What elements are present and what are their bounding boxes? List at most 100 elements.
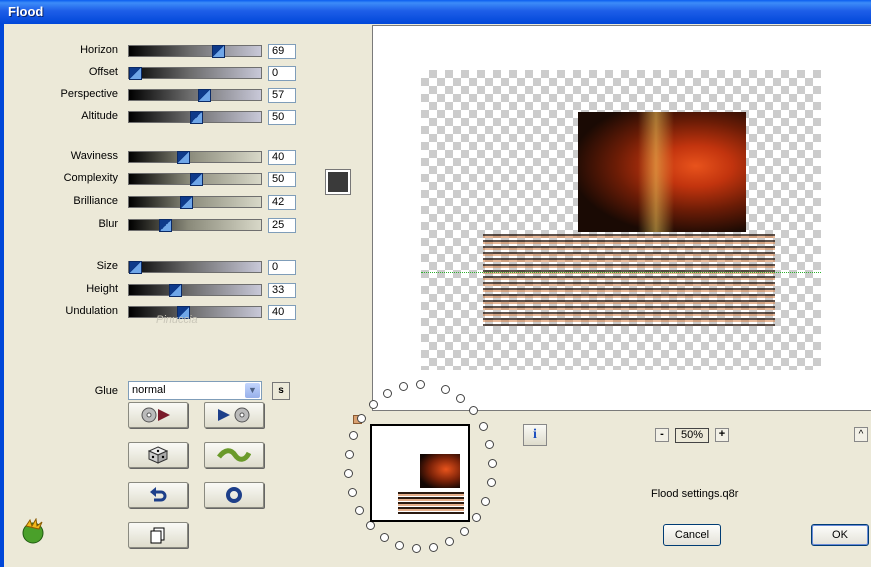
app-logo-icon <box>22 518 44 544</box>
value-field-perspective[interactable]: 57 <box>268 88 296 103</box>
water-reflection <box>483 234 775 326</box>
slider-label-undulation: Undulation <box>65 305 118 317</box>
navigator-ring-dot <box>399 382 408 391</box>
slider-thumb-size[interactable] <box>129 261 142 274</box>
glue-s-button[interactable]: s <box>272 382 290 400</box>
slider-track-waviness[interactable] <box>128 151 262 164</box>
slider-row-blur: Blur 25 <box>4 218 304 233</box>
slider-track-brilliance[interactable] <box>128 196 262 209</box>
save-preset-button[interactable] <box>204 402 264 428</box>
preview-flower-image <box>578 112 746 232</box>
value-field-altitude[interactable]: 50 <box>268 110 296 125</box>
value-field-horizon[interactable]: 69 <box>268 44 296 59</box>
slider-row-perspective: Perspective 57 <box>4 88 304 103</box>
wave-button[interactable] <box>204 442 264 468</box>
horizon-guide-line[interactable] <box>421 272 821 273</box>
arrow-disk-icon <box>218 407 250 423</box>
slider-thumb-height[interactable] <box>169 284 182 297</box>
value-field-offset[interactable]: 0 <box>268 66 296 81</box>
title-bar[interactable]: Flood <box>0 0 871 24</box>
navigator-ring-dot <box>349 431 358 440</box>
reset-button[interactable] <box>204 482 264 508</box>
value-field-blur[interactable]: 25 <box>268 218 296 233</box>
slider-track-horizon[interactable] <box>128 45 262 58</box>
slider-track-complexity[interactable] <box>128 173 262 186</box>
slider-label-altitude: Altitude <box>81 110 118 122</box>
slider-label-offset: Offset <box>88 66 118 78</box>
slider-label-blur: Blur <box>98 218 118 230</box>
copy-button[interactable] <box>128 522 188 548</box>
slider-track-size[interactable] <box>128 261 262 274</box>
circle-icon <box>226 487 242 503</box>
info-button[interactable]: i <box>523 424 547 446</box>
wave-icon <box>217 448 251 462</box>
slider-row-complexity: Complexity 50 <box>4 172 304 187</box>
value-field-complexity[interactable]: 50 <box>268 172 296 187</box>
slider-row-waviness: Waviness 40 <box>4 150 304 165</box>
watermark: Pinuccia <box>156 314 198 326</box>
navigator-ring-dot <box>344 469 353 478</box>
randomize-button[interactable] <box>128 442 188 468</box>
color-swatch[interactable] <box>325 169 351 195</box>
value-field-size[interactable]: 0 <box>268 260 296 275</box>
slider-label-perspective: Perspective <box>60 88 118 100</box>
navigator-ring-dot <box>479 422 488 431</box>
slider-label-height: Height <box>86 283 118 295</box>
navigator-ring-dot <box>456 394 465 403</box>
navigator-ring-dot <box>357 414 366 423</box>
slider-thumb-perspective[interactable] <box>198 89 211 102</box>
chevron-down-icon[interactable]: ▼ <box>245 383 260 398</box>
slider-thumb-brilliance[interactable] <box>180 196 193 209</box>
navigator-ring-dot <box>348 488 357 497</box>
value-field-brilliance[interactable]: 42 <box>268 195 296 210</box>
slider-label-size: Size <box>96 260 118 272</box>
slider-thumb-complexity[interactable] <box>190 173 203 186</box>
slider-thumb-horizon[interactable] <box>212 45 225 58</box>
navigator-ring-dot <box>366 521 375 530</box>
value-field-undulation[interactable]: 40 <box>268 305 296 320</box>
undo-button[interactable] <box>128 482 188 508</box>
navigator-ring-dot <box>481 497 490 506</box>
navigator-ring-dot <box>441 385 450 394</box>
slider-thumb-offset[interactable] <box>129 67 142 80</box>
slider-track-height[interactable] <box>128 284 262 297</box>
navigator-ring-dot <box>469 406 478 415</box>
slider-thumb-blur[interactable] <box>159 219 172 232</box>
value-field-waviness[interactable]: 40 <box>268 150 296 165</box>
navigator-ring-dot <box>383 389 392 398</box>
glue-select[interactable]: normal ▼ <box>128 381 262 400</box>
navigator-ring-dot <box>445 537 454 546</box>
slider-track-offset[interactable] <box>128 67 262 80</box>
slider-row-offset: Offset 0 <box>4 66 304 81</box>
preview-canvas[interactable] <box>372 25 871 411</box>
navigator-ring-dot <box>412 544 421 553</box>
expand-button[interactable]: ^ <box>854 427 868 442</box>
window-title: Flood <box>8 4 44 19</box>
slider-row-horizon: Horizon 69 <box>4 44 304 59</box>
navigator-ring-dot <box>355 506 364 515</box>
navigator-ring-dot <box>380 533 389 542</box>
ok-button[interactable]: OK <box>811 524 869 546</box>
dice-icon <box>148 446 168 464</box>
dialog-body: Horizon 69 Offset 0 Perspective 57 Altitude 50 W… <box>4 24 871 567</box>
slider-thumb-altitude[interactable] <box>190 111 203 124</box>
slider-label-complexity: Complexity <box>63 172 118 184</box>
value-field-height[interactable]: 33 <box>268 283 296 298</box>
slider-label-waviness: Waviness <box>70 150 118 162</box>
zoom-in-button[interactable]: + <box>715 428 729 442</box>
zoom-out-button[interactable]: - <box>655 428 669 442</box>
slider-row-undulation: Undulation 40 <box>4 305 304 320</box>
load-preset-button[interactable] <box>128 402 188 428</box>
slider-thumb-waviness[interactable] <box>177 151 190 164</box>
navigator-ring-dot <box>472 513 481 522</box>
navigator-thumbnail[interactable] <box>370 424 470 522</box>
cancel-button[interactable]: Cancel <box>663 524 721 546</box>
slider-track-perspective[interactable] <box>128 89 262 102</box>
slider-track-blur[interactable] <box>128 219 262 232</box>
thumbnail-reflection <box>398 492 464 514</box>
slider-row-brilliance: Brilliance 42 <box>4 195 304 210</box>
slider-track-altitude[interactable] <box>128 111 262 124</box>
slider-label-brilliance: Brilliance <box>73 195 118 207</box>
glue-value: normal <box>132 384 166 396</box>
glue-label: Glue <box>94 385 118 397</box>
